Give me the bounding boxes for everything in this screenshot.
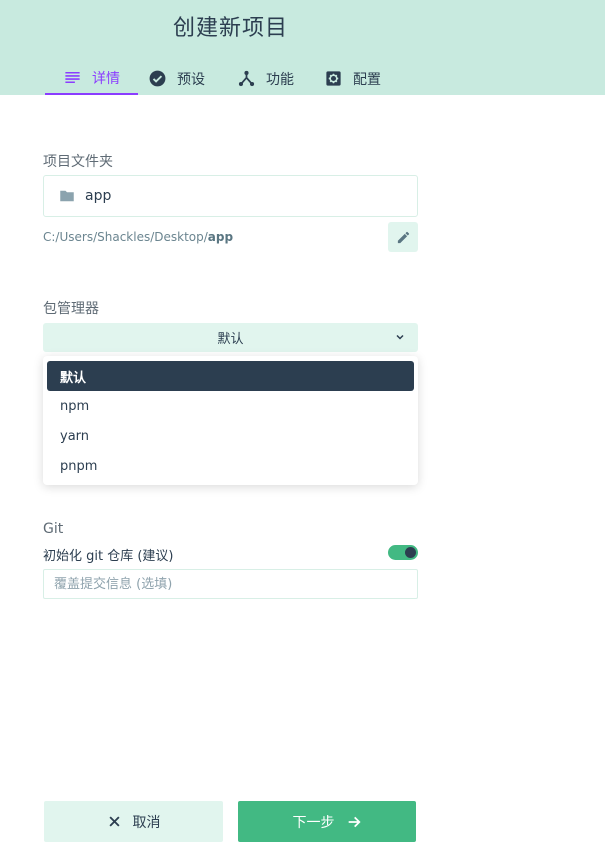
package-manager-label: 包管理器 (43, 301, 99, 317)
commit-message-input[interactable] (43, 569, 418, 599)
tab-config-label: 配置 (353, 71, 381, 88)
option-pnpm[interactable]: pnpm (47, 451, 414, 481)
folder-path-name: app (207, 230, 234, 244)
folder-icon (60, 190, 74, 202)
git-init-label: 初始化 git 仓库 (建议) (43, 549, 174, 564)
folder-label: 项目文件夹 (43, 154, 113, 170)
cancel-button-label: 取消 (132, 814, 161, 831)
next-button-label: 下一步 (292, 814, 335, 831)
option-yarn[interactable]: yarn (47, 421, 414, 451)
edit-path-button[interactable] (388, 222, 418, 252)
header: 创建新项目 详情 预设 功能 配置 (0, 0, 605, 95)
tab-details-label: 详情 (92, 70, 120, 87)
tab-features-label: 功能 (266, 71, 294, 88)
tab-config[interactable]: 配置 (312, 62, 399, 95)
next-button[interactable]: 下一步 (238, 801, 416, 842)
folder-path: C:/Users/Shackles/Desktop/app (43, 230, 233, 244)
page-title: 创建新项目 (173, 16, 289, 41)
package-manager-select[interactable]: 默认 (43, 323, 418, 352)
git-label: Git (43, 521, 64, 537)
fork-icon (238, 70, 255, 87)
gear-icon (326, 71, 341, 86)
check-circle-icon (149, 70, 166, 87)
git-init-toggle[interactable] (388, 545, 418, 560)
tab-features[interactable]: 功能 (223, 62, 312, 95)
close-icon (108, 816, 120, 827)
list-icon (65, 71, 80, 84)
tab-presets-label: 预设 (177, 71, 205, 88)
cancel-button[interactable]: 取消 (44, 801, 223, 842)
folder-path-prefix: C:/Users/Shackles/Desktop/ (43, 230, 208, 244)
package-manager-dropdown: 默认 npm yarn pnpm (43, 356, 418, 485)
tab-bar: 详情 预设 功能 配置 (45, 62, 399, 95)
toggle-knob (405, 547, 416, 558)
chevron-down-icon (396, 334, 404, 340)
option-npm[interactable]: npm (47, 391, 414, 421)
tab-presets[interactable]: 预设 (138, 62, 223, 95)
project-folder-field[interactable]: app (43, 175, 418, 217)
pencil-icon (397, 231, 409, 243)
arrow-right-icon (348, 816, 361, 827)
tab-details[interactable]: 详情 (45, 62, 138, 95)
package-manager-selected: 默认 (217, 332, 244, 347)
project-folder-value: app (85, 188, 112, 204)
option-default[interactable]: 默认 (47, 361, 414, 391)
